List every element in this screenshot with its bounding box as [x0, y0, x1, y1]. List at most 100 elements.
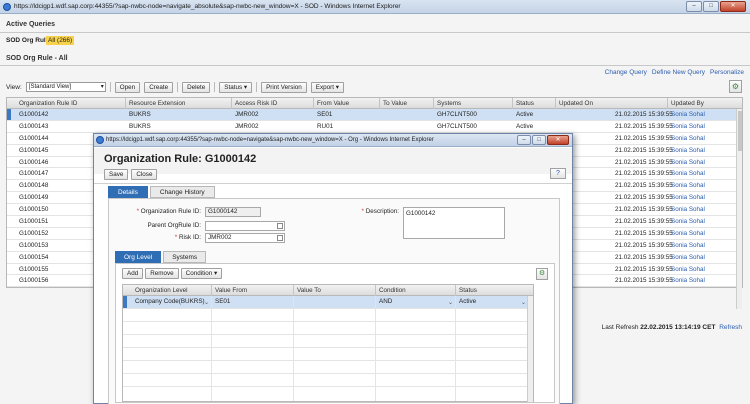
maximize-button[interactable]: □: [703, 1, 719, 12]
view-select[interactable]: [Standard View] ▾: [25, 82, 106, 92]
column-header[interactable]: Updated On: [559, 100, 593, 107]
popup-tabs: Details Change History: [108, 186, 215, 198]
updated-by-link[interactable]: Sonia Sohal: [671, 147, 705, 154]
view-label: View:: [6, 83, 22, 91]
column-header[interactable]: Status: [459, 287, 477, 294]
column-header[interactable]: Access Risk ID: [235, 100, 277, 107]
person-settings-icon[interactable]: ⚙: [729, 80, 742, 93]
org-level-table: Organization Level Value From Value To C…: [122, 284, 534, 402]
close-button[interactable]: Close: [131, 169, 158, 180]
row-selector[interactable]: [7, 109, 11, 120]
column-header[interactable]: Organization Rule ID: [19, 100, 77, 107]
updated-by-link[interactable]: Sonia Sohal: [671, 194, 705, 201]
column-divider: [211, 285, 212, 296]
description-field[interactable]: G1000142: [403, 207, 505, 239]
status-button[interactable]: Status ▾: [219, 81, 253, 93]
table-header: Organization Rule ID Resource Extension …: [7, 98, 742, 109]
table-cell[interactable]: Active: [459, 298, 476, 305]
table-row[interactable]: G1000142 BUKRS JMR002 SE01 GH7CLNT500 Active 2…: [7, 109, 742, 121]
condition-button[interactable]: Condition ▾: [180, 268, 223, 279]
updated-by-link[interactable]: Sonia Sohal: [671, 159, 705, 166]
column-divider: [555, 98, 556, 109]
add-button[interactable]: Add: [122, 268, 144, 279]
updated-by-link[interactable]: Sonia Sohal: [671, 111, 705, 118]
chevron-down-icon[interactable]: ⌄: [204, 299, 209, 306]
column-header[interactable]: Resource Extension: [129, 100, 185, 107]
updated-by-link[interactable]: Sonia Sohal: [671, 135, 705, 142]
risk-id-field[interactable]: JMR002: [205, 233, 285, 243]
create-button[interactable]: Create: [144, 81, 174, 93]
column-header[interactable]: Condition: [379, 287, 406, 294]
tab-org-level[interactable]: Org Level: [115, 251, 162, 263]
minimize-button[interactable]: –: [517, 135, 531, 145]
close-button[interactable]: ✕: [720, 1, 746, 12]
person-settings-icon[interactable]: ⚙: [536, 268, 548, 280]
tab-change-history[interactable]: Change History: [149, 186, 215, 198]
column-header[interactable]: Organization Level: [135, 287, 188, 294]
column-header[interactable]: Value To: [297, 287, 321, 294]
main-toolbar: View: [Standard View] ▾ Open Create Dele…: [6, 81, 344, 93]
table-cell: 21.02.2015 15:39:55: [615, 194, 673, 202]
table-cell[interactable]: Company Code(BUKRS): [135, 298, 205, 305]
close-button[interactable]: ✕: [547, 135, 569, 145]
define-new-query-link[interactable]: Define New Query: [652, 69, 705, 76]
export-button[interactable]: Export ▾: [310, 81, 344, 93]
updated-by-link[interactable]: Sonia Sohal: [671, 206, 705, 213]
help-icon[interactable]: ?: [550, 168, 566, 179]
table-cell: G1000156: [19, 277, 49, 285]
value-help-icon[interactable]: [277, 223, 283, 229]
table-cell: G1000142: [19, 111, 49, 118]
updated-by-link[interactable]: Sonia Sohal: [671, 266, 705, 273]
minimize-button[interactable]: –: [686, 1, 702, 12]
column-divider: [455, 296, 456, 401]
column-header[interactable]: From Value: [317, 100, 349, 107]
popup-title: https://ldcigp1.wdf.sap.corp:44355/?sap-…: [106, 137, 434, 143]
delete-button[interactable]: Delete: [182, 81, 211, 93]
refresh-link[interactable]: Refresh: [719, 324, 742, 331]
updated-by-link[interactable]: Sonia Sohal: [671, 242, 705, 249]
table-row[interactable]: G1000143 BUKRS JMR002 RU01 GH7CLNT500 Active 2…: [7, 121, 742, 133]
open-button[interactable]: Open: [114, 81, 141, 93]
value-help-icon[interactable]: [277, 235, 283, 241]
parent-orgrule-field[interactable]: [205, 221, 285, 231]
table-cell[interactable]: AND: [379, 298, 392, 305]
print-version-button[interactable]: Print Version: [261, 81, 307, 93]
updated-by-link[interactable]: Sonia Sohal: [671, 277, 705, 284]
table-row: [123, 361, 533, 374]
column-header[interactable]: Value From: [215, 287, 247, 294]
ie-icon: [3, 3, 11, 11]
table-cell: JMR002: [235, 122, 259, 130]
remove-button[interactable]: Remove: [145, 268, 179, 279]
org-rule-id-field[interactable]: G1000142: [205, 207, 261, 217]
row-selector[interactable]: [123, 296, 127, 308]
maximize-button[interactable]: □: [532, 135, 546, 145]
table-cell[interactable]: SE01: [215, 298, 230, 305]
column-header[interactable]: To Value: [383, 100, 407, 107]
updated-by-link[interactable]: Sonia Sohal: [671, 254, 705, 261]
change-query-link[interactable]: Change Query: [605, 69, 647, 76]
table-row[interactable]: Company Code(BUKRS) ⌄ SE01 AND ⌄ Active …: [123, 296, 533, 309]
updated-by-link[interactable]: Sonia Sohal: [671, 170, 705, 177]
updated-by-link[interactable]: Sonia Sohal: [671, 218, 705, 225]
column-header[interactable]: Status: [516, 100, 534, 107]
column-header[interactable]: Systems: [437, 100, 461, 107]
chevron-down-icon[interactable]: ⌄: [448, 299, 453, 306]
updated-by-link[interactable]: Sonia Sohal: [671, 123, 705, 130]
updated-by-link[interactable]: Sonia Sohal: [671, 182, 705, 189]
active-query-value[interactable]: All (266): [46, 36, 75, 45]
chevron-down-icon[interactable]: ⌄: [521, 299, 526, 306]
table-scrollbar[interactable]: [527, 296, 533, 402]
tab-systems[interactable]: Systems: [163, 251, 207, 263]
updated-by-link[interactable]: Sonia Sohal: [671, 230, 705, 237]
table-cell: G1000144: [19, 134, 49, 142]
tab-details[interactable]: Details: [108, 186, 148, 198]
column-header[interactable]: Updated By: [671, 100, 704, 107]
save-button[interactable]: Save: [104, 169, 129, 180]
table-cell: Active: [516, 122, 534, 130]
personalize-link[interactable]: Personalize: [710, 69, 744, 76]
table-scrollbar[interactable]: [736, 109, 742, 309]
table-cell: G1000152: [19, 229, 49, 237]
column-divider: [125, 98, 126, 109]
scrollbar-thumb[interactable]: [738, 111, 742, 151]
table-cell: G1000146: [19, 158, 49, 166]
